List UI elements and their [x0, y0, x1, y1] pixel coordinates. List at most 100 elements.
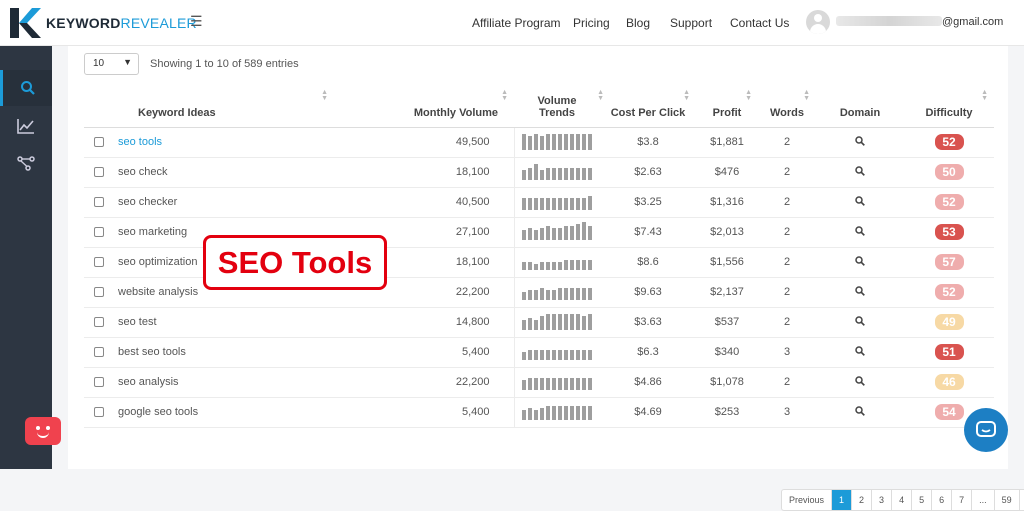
search-icon[interactable]: [855, 375, 865, 386]
trend-bar: [558, 167, 563, 180]
table-row: google seo tools 5,400 $4.69 $253 3 54: [84, 397, 994, 428]
row-checkbox[interactable]: [94, 347, 104, 358]
header-profit[interactable]: Profit ▲ ▼: [696, 86, 758, 128]
nav-blog[interactable]: Blog: [626, 16, 650, 30]
keyword-text[interactable]: seo tools: [118, 136, 162, 148]
search-icon[interactable]: [855, 315, 865, 326]
header-monthly-volume[interactable]: Monthly Volume ▲ ▼: [334, 86, 514, 128]
logo-icon: [10, 8, 41, 38]
trend-bar: [552, 167, 557, 180]
monthly-volume: 40,500: [455, 196, 490, 208]
pagination-page[interactable]: 5: [912, 490, 933, 510]
search-icon[interactable]: [855, 255, 865, 266]
header-volume-trends[interactable]: Volume Trends ▲ ▼: [514, 86, 604, 128]
difficulty-badge: 51: [934, 344, 964, 360]
sidebar-item-search[interactable]: [0, 70, 52, 106]
row-checkbox[interactable]: [94, 167, 104, 178]
sidebar-item-network[interactable]: [0, 145, 52, 181]
row-checkbox[interactable]: [94, 317, 104, 328]
search-icon[interactable]: [855, 195, 865, 206]
row-checkbox[interactable]: [94, 407, 104, 418]
search-icon[interactable]: [855, 165, 865, 176]
page-length-select[interactable]: 10 ▼: [84, 53, 139, 75]
search-icon[interactable]: [855, 345, 865, 356]
monthly-volume: 49,500: [455, 136, 490, 148]
pagination-page[interactable]: 2: [852, 490, 873, 510]
keyword-text[interactable]: seo analysis: [118, 376, 179, 388]
pagination-page[interactable]: 1: [832, 490, 853, 510]
trend-bar: [564, 225, 569, 240]
cost-per-click: $4.69: [634, 406, 662, 418]
trend-bar: [558, 405, 563, 420]
pagination-page[interactable]: 7: [952, 490, 973, 510]
keyword-text[interactable]: seo optimization: [118, 256, 198, 268]
keyword-text[interactable]: seo check: [118, 166, 168, 178]
keyword-text[interactable]: seo marketing: [118, 226, 187, 238]
trend-bar: [588, 225, 593, 240]
chat-button[interactable]: [964, 408, 1008, 452]
keyword-text[interactable]: seo checker: [118, 196, 177, 208]
pagination-previous[interactable]: Previous: [782, 490, 833, 510]
row-checkbox[interactable]: [94, 257, 104, 268]
keyword-text[interactable]: website analysis: [118, 286, 198, 298]
header-domain: Domain: [816, 86, 904, 128]
search-icon[interactable]: [855, 225, 865, 236]
keyword-cell: best seo tools: [114, 337, 334, 368]
logo[interactable]: KEYWORDREVEALER: [8, 6, 197, 40]
helper-widget-icon[interactable]: [25, 417, 61, 445]
volume-cell: 5,400: [334, 337, 514, 368]
header-difficulty[interactable]: Difficulty ▲ ▼: [904, 86, 994, 128]
difficulty-badge: 49: [934, 314, 964, 330]
sort-icon: ▲ ▼: [321, 89, 328, 102]
trend-bar: [534, 289, 539, 300]
nav-contact-us[interactable]: Contact Us: [730, 16, 789, 30]
cpc-cell: $3.63: [600, 307, 696, 338]
trend-bar: [564, 287, 569, 300]
monthly-volume: 5,400: [461, 346, 490, 358]
monthly-volume: 18,100: [455, 166, 490, 178]
trend-bar: [576, 405, 581, 420]
trend-bar: [570, 287, 575, 300]
table-row: seo analysis 22,200 $4.86 $1,078 2 46: [84, 367, 994, 398]
trend-bar: [582, 221, 587, 240]
header-words[interactable]: Words ▲ ▼: [758, 86, 816, 128]
search-icon[interactable]: [855, 285, 865, 296]
trend-bar: [534, 377, 539, 390]
trend-bar: [540, 169, 545, 180]
avatar[interactable]: [806, 10, 830, 34]
pagination-page[interactable]: 3: [872, 490, 893, 510]
sidebar-item-analytics[interactable]: [0, 108, 52, 144]
cpc-cell: $8.6: [600, 247, 696, 278]
nav-affiliate-program[interactable]: Affiliate Program: [472, 16, 560, 30]
user-email[interactable]: @gmail.com: [942, 16, 1003, 28]
row-checkbox[interactable]: [94, 137, 104, 148]
pagination-page[interactable]: 4: [892, 490, 913, 510]
pagination-page[interactable]: 6: [932, 490, 953, 510]
pagination-page[interactable]: 59: [995, 490, 1020, 510]
profit-cell: $1,316: [696, 187, 758, 218]
search-icon[interactable]: [855, 405, 865, 416]
menu-icon[interactable]: ☰: [190, 13, 203, 30]
logo-text: KEYWORDREVEALER: [46, 15, 197, 31]
trend-bar: [582, 259, 587, 270]
trend-bar: [552, 349, 557, 360]
nav-pricing[interactable]: Pricing: [573, 16, 610, 30]
domain-cell: [816, 397, 904, 428]
row-checkbox[interactable]: [94, 287, 104, 298]
row-checkbox[interactable]: [94, 227, 104, 238]
difficulty-cell: 52: [904, 127, 994, 158]
row-checkbox[interactable]: [94, 377, 104, 388]
pagination-next[interactable]: Next: [1020, 490, 1024, 510]
trend-bar: [552, 405, 557, 420]
header-keyword-ideas[interactable]: Keyword Ideas ▲ ▼: [114, 86, 334, 128]
keyword-text[interactable]: google seo tools: [118, 406, 198, 418]
keyword-text[interactable]: seo test: [118, 316, 157, 328]
trend-cell: [513, 157, 600, 188]
row-checkbox[interactable]: [94, 197, 104, 208]
keyword-text[interactable]: best seo tools: [118, 346, 186, 358]
search-icon[interactable]: [855, 135, 865, 146]
share-icon: [17, 156, 35, 171]
header-cost-per-click[interactable]: Cost Per Click ▲ ▼: [600, 86, 696, 128]
nav-support[interactable]: Support: [670, 16, 712, 30]
profit-cell: $1,881: [696, 127, 758, 158]
